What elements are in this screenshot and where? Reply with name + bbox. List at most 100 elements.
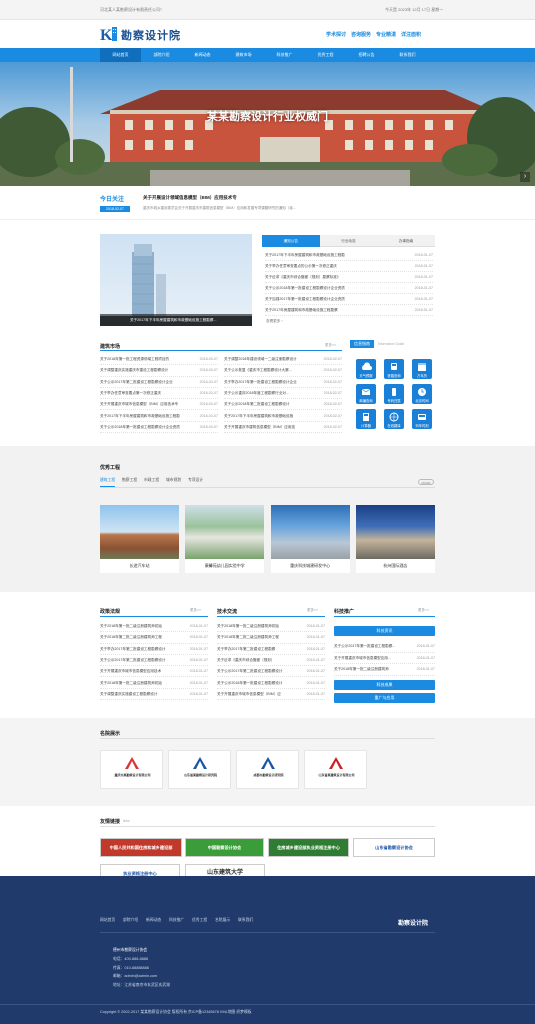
friend-link[interactable]: 山东省勘察设计协会 — [353, 838, 435, 857]
list-item[interactable]: 关于2017年下半年房屋建筑和市政基础设施 2018-02-07 — [224, 411, 342, 422]
list-item[interactable]: 关于公示2017年第二批建设工程勘察设计企业 2018-03-07 — [100, 377, 218, 388]
list-item[interactable]: 关于公示2017年第二批建设工程勘察设计 2018-01-07 — [100, 655, 208, 667]
tech-more[interactable]: 更多>> — [307, 608, 318, 613]
info-tile[interactable]: 列车时刻 — [412, 409, 432, 429]
list-item[interactable]: 关于举办任意审查要点第一次修正重庆 2018-03-07 — [100, 388, 218, 400]
project-card[interactable]: 杭州国际酒店 — [355, 505, 435, 573]
nav-item[interactable]: 网站首页 — [100, 48, 141, 62]
famous-logo[interactable]: 成都市勘察设计研究院 — [236, 750, 299, 789]
info-tile[interactable]: 计算器 — [356, 409, 376, 429]
list-item[interactable]: 关于2018年第二批二级注册建筑师工程 2018-01-07 — [217, 632, 325, 644]
info-tile[interactable]: 邮编查询 — [356, 384, 376, 404]
promo-button-apply[interactable]: 重广与应用 — [334, 693, 435, 703]
info-tile[interactable]: 天气预报 — [356, 359, 376, 379]
featured-image[interactable]: 关于2017年下半年房屋建筑和市政基础设施工程勘察... — [100, 234, 252, 326]
famous-logo[interactable]: 山东省某勘察设计研究院 — [168, 750, 231, 789]
promo-button-news[interactable]: 科技资讯 — [334, 626, 435, 636]
list-item[interactable]: 关于公示2017年第一批建设工程勘察... 2018-01-07 — [334, 641, 435, 653]
list-item-title: 关于2018年第一批二级注册建筑师初始 — [100, 680, 162, 685]
list-item[interactable]: 关于开展重庆市建筑信息模型（BIM）应用技 2018-02-07 — [224, 422, 342, 434]
nav-item[interactable]: 招聘公告 — [346, 48, 387, 62]
list-item[interactable]: 关于调整重庆实施重庆市建设工程勘察设计 2018-03-07 — [100, 365, 218, 377]
logo-icon[interactable]: K — [100, 25, 120, 44]
list-item[interactable]: 关于举办任意审查要点的公示第一次修正重庆 2018-01-07 — [265, 261, 433, 272]
nav-item[interactable]: 部院介绍 — [141, 48, 182, 62]
famous-logo[interactable]: 山东省某建筑设计有限公司 — [304, 750, 367, 789]
list-item-date: 2018-03-07 — [199, 357, 218, 361]
nav-item[interactable]: 新闻动态 — [182, 48, 223, 62]
list-item[interactable]: 关于2017年房屋建筑和市政基础设施工程勘察 2018-01-07 — [265, 305, 433, 316]
excellent-tab[interactable]: 市政工程 — [144, 478, 159, 483]
footer-nav-item[interactable]: 网站首页 — [100, 918, 115, 923]
list-item[interactable]: 关于2017年下半年房屋建筑和市政基础设施工程勘 2018-01-07 — [265, 250, 433, 261]
project-card[interactable]: 长途汽车站 — [100, 505, 179, 573]
excellent-tab[interactable]: 专项设计 — [188, 478, 203, 483]
friend-link-label: 住房城乡建设部执业资格注册中心 — [277, 845, 340, 850]
excellent-tab[interactable]: 建筑工程 — [100, 478, 116, 487]
list-item[interactable]: 关于公示重庆2018年度工程勘察行业对... 2018-02-07 — [224, 388, 342, 400]
footer-nav-item[interactable]: 联系我们 — [238, 918, 253, 923]
famous-logo[interactable]: 重庆市某勘察设计有限公司 — [100, 750, 163, 789]
banner-next-arrow-icon[interactable]: › — [520, 172, 530, 182]
promo-button-results[interactable]: 科技成果 — [334, 680, 435, 690]
friend-link[interactable]: 中国勘察设计协会 — [185, 838, 264, 857]
info-tile[interactable]: 号码归属 — [384, 384, 404, 404]
footer-nav-item[interactable]: 名院展示 — [215, 918, 230, 923]
list-item-title: 关于2017年下半年房屋建筑和市政基础设施工程勘 — [100, 413, 180, 418]
list-item[interactable]: 关于开展重庆市城市信息模型（BIM）应用技术专 2018-03-07 — [100, 399, 218, 411]
list-item[interactable]: 关于2018年第一批工程资源领域工程项目的 2018-03-07 — [100, 354, 218, 366]
notice-tab[interactable]: 办事指南 — [377, 235, 435, 247]
notice-tab[interactable]: 通知公告 — [262, 235, 320, 247]
list-item[interactable]: 关于2018年第一批二级注册建筑师初始 2018-01-07 — [217, 621, 325, 633]
nav-item[interactable]: 科技推广 — [264, 48, 305, 62]
list-item[interactable]: 关于调整重庆实施建设工程勘察设计 2018-01-07 — [100, 689, 208, 701]
list-item[interactable]: 关于公示2018年第一批建设工程勘察设计企业资质 2018-03-07 — [100, 422, 218, 434]
today-headline[interactable]: 关于开展设计领域信息模型（BIM）应用技术专 — [143, 195, 237, 201]
list-item[interactable]: 关于公示2017年第二批建设工程勘察设计 2018-01-07 — [217, 666, 325, 678]
excellent-more-button[interactable]: MORE — [418, 479, 434, 485]
building-news-more[interactable]: 更多>> — [325, 343, 336, 348]
list-item[interactable]: 关于公示2018年第一批建设工程勘察设计企业资质 2018-01-07 — [265, 283, 433, 294]
notice-more-link[interactable]: 查看更多 › — [266, 319, 283, 324]
info-tile[interactable]: 万年历 — [412, 359, 432, 379]
project-card[interactable]: 重庆科技城建研发中心 — [270, 505, 350, 573]
list-item[interactable]: 关于加强2017年第一批建设工程勘察设计企业资质 2018-01-07 — [265, 294, 433, 305]
info-tile[interactable]: 北京时间 — [412, 384, 432, 404]
footer-nav-item[interactable]: 优秀工程 — [192, 918, 207, 923]
list-item[interactable]: 关于调整2018年建设领域一二级注册勘察设计 2018-02-07 — [224, 354, 342, 366]
list-item[interactable]: 关于2018年第二批二级注册建筑师工程 2018-01-07 — [100, 632, 208, 644]
list-item[interactable]: 关于2017年下半年房屋建筑和市政基础设施工程勘 2018-03-07 — [100, 411, 218, 422]
info-tile[interactable]: 铁路查询 — [384, 359, 404, 379]
project-card[interactable]: 康馨苑幼儿园实验中学 — [185, 505, 265, 573]
list-item[interactable]: 关于开展重庆市城市信息模型应用... 2018-01-07 — [334, 653, 435, 664]
list-item[interactable]: 关于2018年第一批二级注册建筑师初始 2018-01-07 — [100, 621, 208, 633]
welcome-text: 河北某人某勘察设计有限责任公司！ — [100, 7, 164, 12]
nav-item[interactable]: 优秀工程 — [305, 48, 346, 62]
footer-nav-item[interactable]: 部院介绍 — [123, 918, 138, 923]
excellent-tab[interactable]: 城市规划 — [166, 478, 181, 483]
list-item[interactable]: 关于公示2018年第二批建设工程勘察设计 2018-02-07 — [224, 399, 342, 411]
footer-nav-item[interactable]: 新闻动态 — [146, 918, 161, 923]
footer-nav-item[interactable]: 科技推广 — [169, 918, 184, 923]
nav-item[interactable]: 建筑市场 — [223, 48, 264, 62]
list-item-date: 2018-01-07 — [306, 624, 325, 628]
list-item[interactable]: 关于征求《重庆市综合管廊（规划）勘察标准》 2018-01-07 — [265, 272, 433, 283]
list-item[interactable]: 关于举办2017年第一批建设工程勘察设计企业 2018-02-07 — [224, 377, 342, 388]
info-tile[interactable]: 在线翻译 — [384, 409, 404, 429]
friend-link[interactable]: 中国人民共和国住房和城乡建设部 — [100, 838, 182, 857]
notice-tab[interactable]: 行业动态 — [320, 235, 378, 247]
policy-more[interactable]: 更多>> — [190, 608, 201, 613]
list-item[interactable]: 关于征求《重庆市综合管廊（规划） 2018-01-07 — [217, 655, 325, 667]
list-item[interactable]: 关于公示批复《重庆市工程勘察设计大赛... 2018-02-07 — [224, 365, 342, 377]
list-item[interactable]: 关于公示2018年第一批建设工程勘察设计 2018-01-07 — [217, 678, 325, 689]
list-item[interactable]: 关于举办2017年第二批建设工程勘察设计 2018-01-07 — [100, 644, 208, 655]
list-item[interactable]: 关于举办2017年第二批建设工程勘察 2018-01-07 — [217, 644, 325, 655]
list-item[interactable]: 关于开展重庆市城市信息模型（BIM）应 2018-01-07 — [217, 689, 325, 701]
excellent-tab[interactable]: 勘察工程 — [122, 478, 137, 483]
promo-more[interactable]: 更多>> — [418, 608, 429, 613]
list-item[interactable]: 关于2018年第一批二级注册建筑师 2018-01-07 — [334, 664, 435, 676]
list-item[interactable]: 关于开展重庆市城市信息模型应用技术 2018-01-07 — [100, 666, 208, 678]
list-item[interactable]: 关于2018年第一批二级注册建筑师初始 2018-01-07 — [100, 678, 208, 689]
nav-item[interactable]: 联系我们 — [387, 48, 428, 62]
friend-link[interactable]: 住房城乡建设部执业资格注册中心 — [268, 838, 349, 857]
